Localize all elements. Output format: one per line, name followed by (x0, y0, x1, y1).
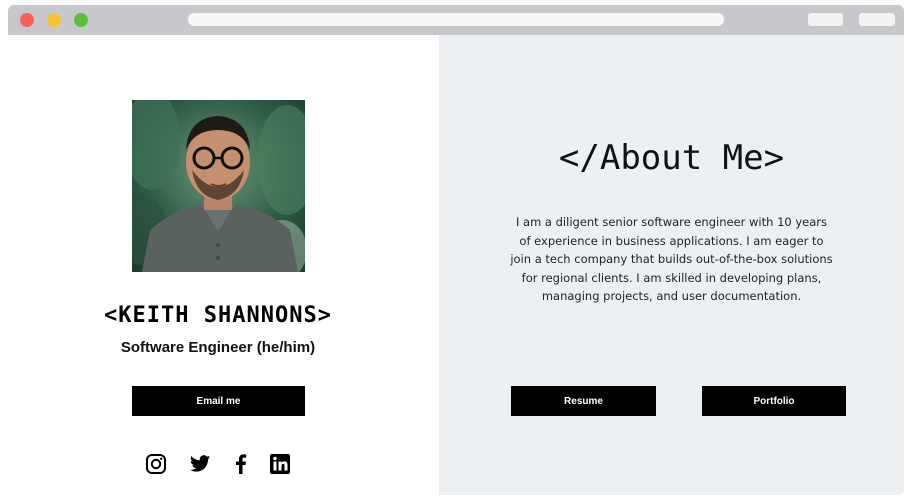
profile-role: Software Engineer (he/him) (120, 339, 316, 356)
about-panel: </About Me> I am a diligent senior softw… (439, 35, 904, 495)
close-window-button[interactable] (20, 13, 34, 27)
about-text: I am a diligent senior software engineer… (510, 215, 833, 303)
address-bar[interactable] (188, 13, 724, 26)
browser-window: <KEITH SHANNONS> Software Engineer (he/h… (8, 5, 904, 495)
maximize-window-button[interactable] (74, 13, 88, 27)
minimize-window-button[interactable] (47, 13, 61, 27)
portfolio-button[interactable]: Portfolio (702, 386, 846, 416)
browser-toolbar (8, 5, 904, 36)
twitter-icon[interactable] (189, 453, 211, 475)
profile-name: <KEITH SHANNONS> (104, 303, 332, 328)
toolbar-button[interactable] (808, 13, 843, 26)
about-title: </About Me> (558, 138, 785, 178)
instagram-icon[interactable] (145, 453, 167, 475)
email-me-button[interactable]: Email me (132, 386, 305, 416)
profile-photo (132, 100, 305, 272)
resume-button[interactable]: Resume (511, 386, 656, 416)
toolbar-button[interactable] (859, 13, 895, 26)
linkedin-icon[interactable] (269, 453, 291, 475)
profile-panel: <KEITH SHANNONS> Software Engineer (he/h… (8, 35, 439, 495)
facebook-icon[interactable] (230, 453, 252, 475)
